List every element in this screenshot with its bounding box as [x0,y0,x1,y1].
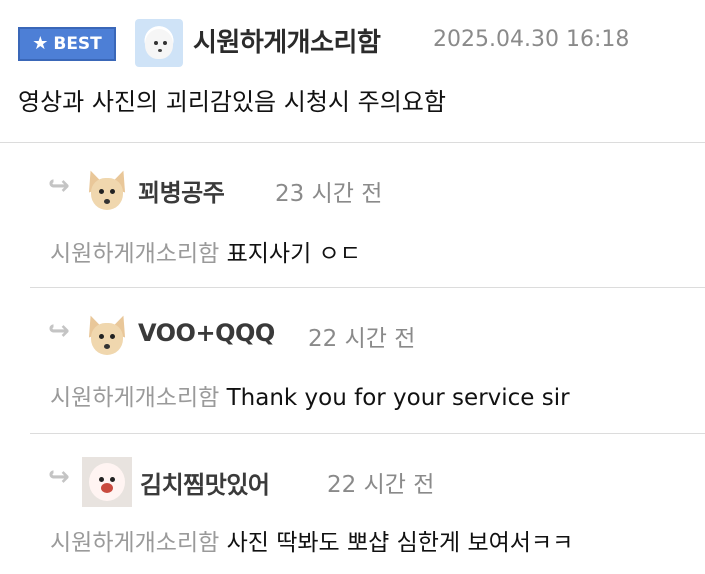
comment-text: 영상과 사진의 괴리감있음 시청시 주의요함 [18,88,446,116]
reply-time: 22 시간 전 [327,472,435,498]
reply-mention[interactable]: 시원하게개소리함 [50,241,219,267]
comment-author[interactable]: 시원하게개소리함 [193,22,381,59]
comment-timestamp: 2025.04.30 16:18 [433,27,630,52]
avatar[interactable] [82,311,132,361]
reply-arrow-icon: ↪ [48,316,70,346]
reply-author[interactable]: VOO+QQQ [138,319,275,347]
reply-author[interactable]: 김치찜맛있어 [140,465,270,500]
reply-text: 사진 딱봐도 뽀샵 심한게 보여서ㅋㅋ [226,530,574,556]
reply-mention[interactable]: 시원하게개소리함 [50,385,219,411]
star-icon: ★ [32,33,49,54]
avatar[interactable] [135,19,183,67]
reply-text: Thank you for your service sir [226,385,570,411]
avatar[interactable] [82,457,132,507]
reply-time: 22 시간 전 [308,326,416,352]
avatar[interactable] [82,166,132,216]
reply-item: ↪ 꾀병공주 23 시간 전 시원하게개소리함 표지사기 ㅇㄷ [0,143,705,283]
reply-body: 시원하게개소리함 Thank you for your service sir [50,378,570,412]
reply-text: 표지사기 ㅇㄷ [226,241,361,267]
reply-arrow-icon: ↪ [48,462,70,492]
reply-body: 시원하게개소리함 표지사기 ㅇㄷ [50,234,361,268]
best-comment: ★ BEST 시원하게개소리함 2025.04.30 16:18 영상과 사진의… [0,0,705,140]
best-badge: ★ BEST [18,27,116,61]
reply-item: ↪ VOO+QQQ 22 시간 전 시원하게개소리함 Thank you for… [0,288,705,428]
reply-item: ↪ 김치찜맛있어 22 시간 전 시원하게개소리함 사진 딱봐도 뽀샵 심한게 … [0,434,705,574]
reply-body: 시원하게개소리함 사진 딱봐도 뽀샵 심한게 보여서ㅋㅋ [50,523,573,557]
best-badge-label: BEST [53,34,102,54]
reply-arrow-icon: ↪ [48,171,70,201]
reply-mention[interactable]: 시원하게개소리함 [50,530,219,556]
reply-author[interactable]: 꾀병공주 [138,173,225,208]
reply-time: 23 시간 전 [275,181,383,207]
